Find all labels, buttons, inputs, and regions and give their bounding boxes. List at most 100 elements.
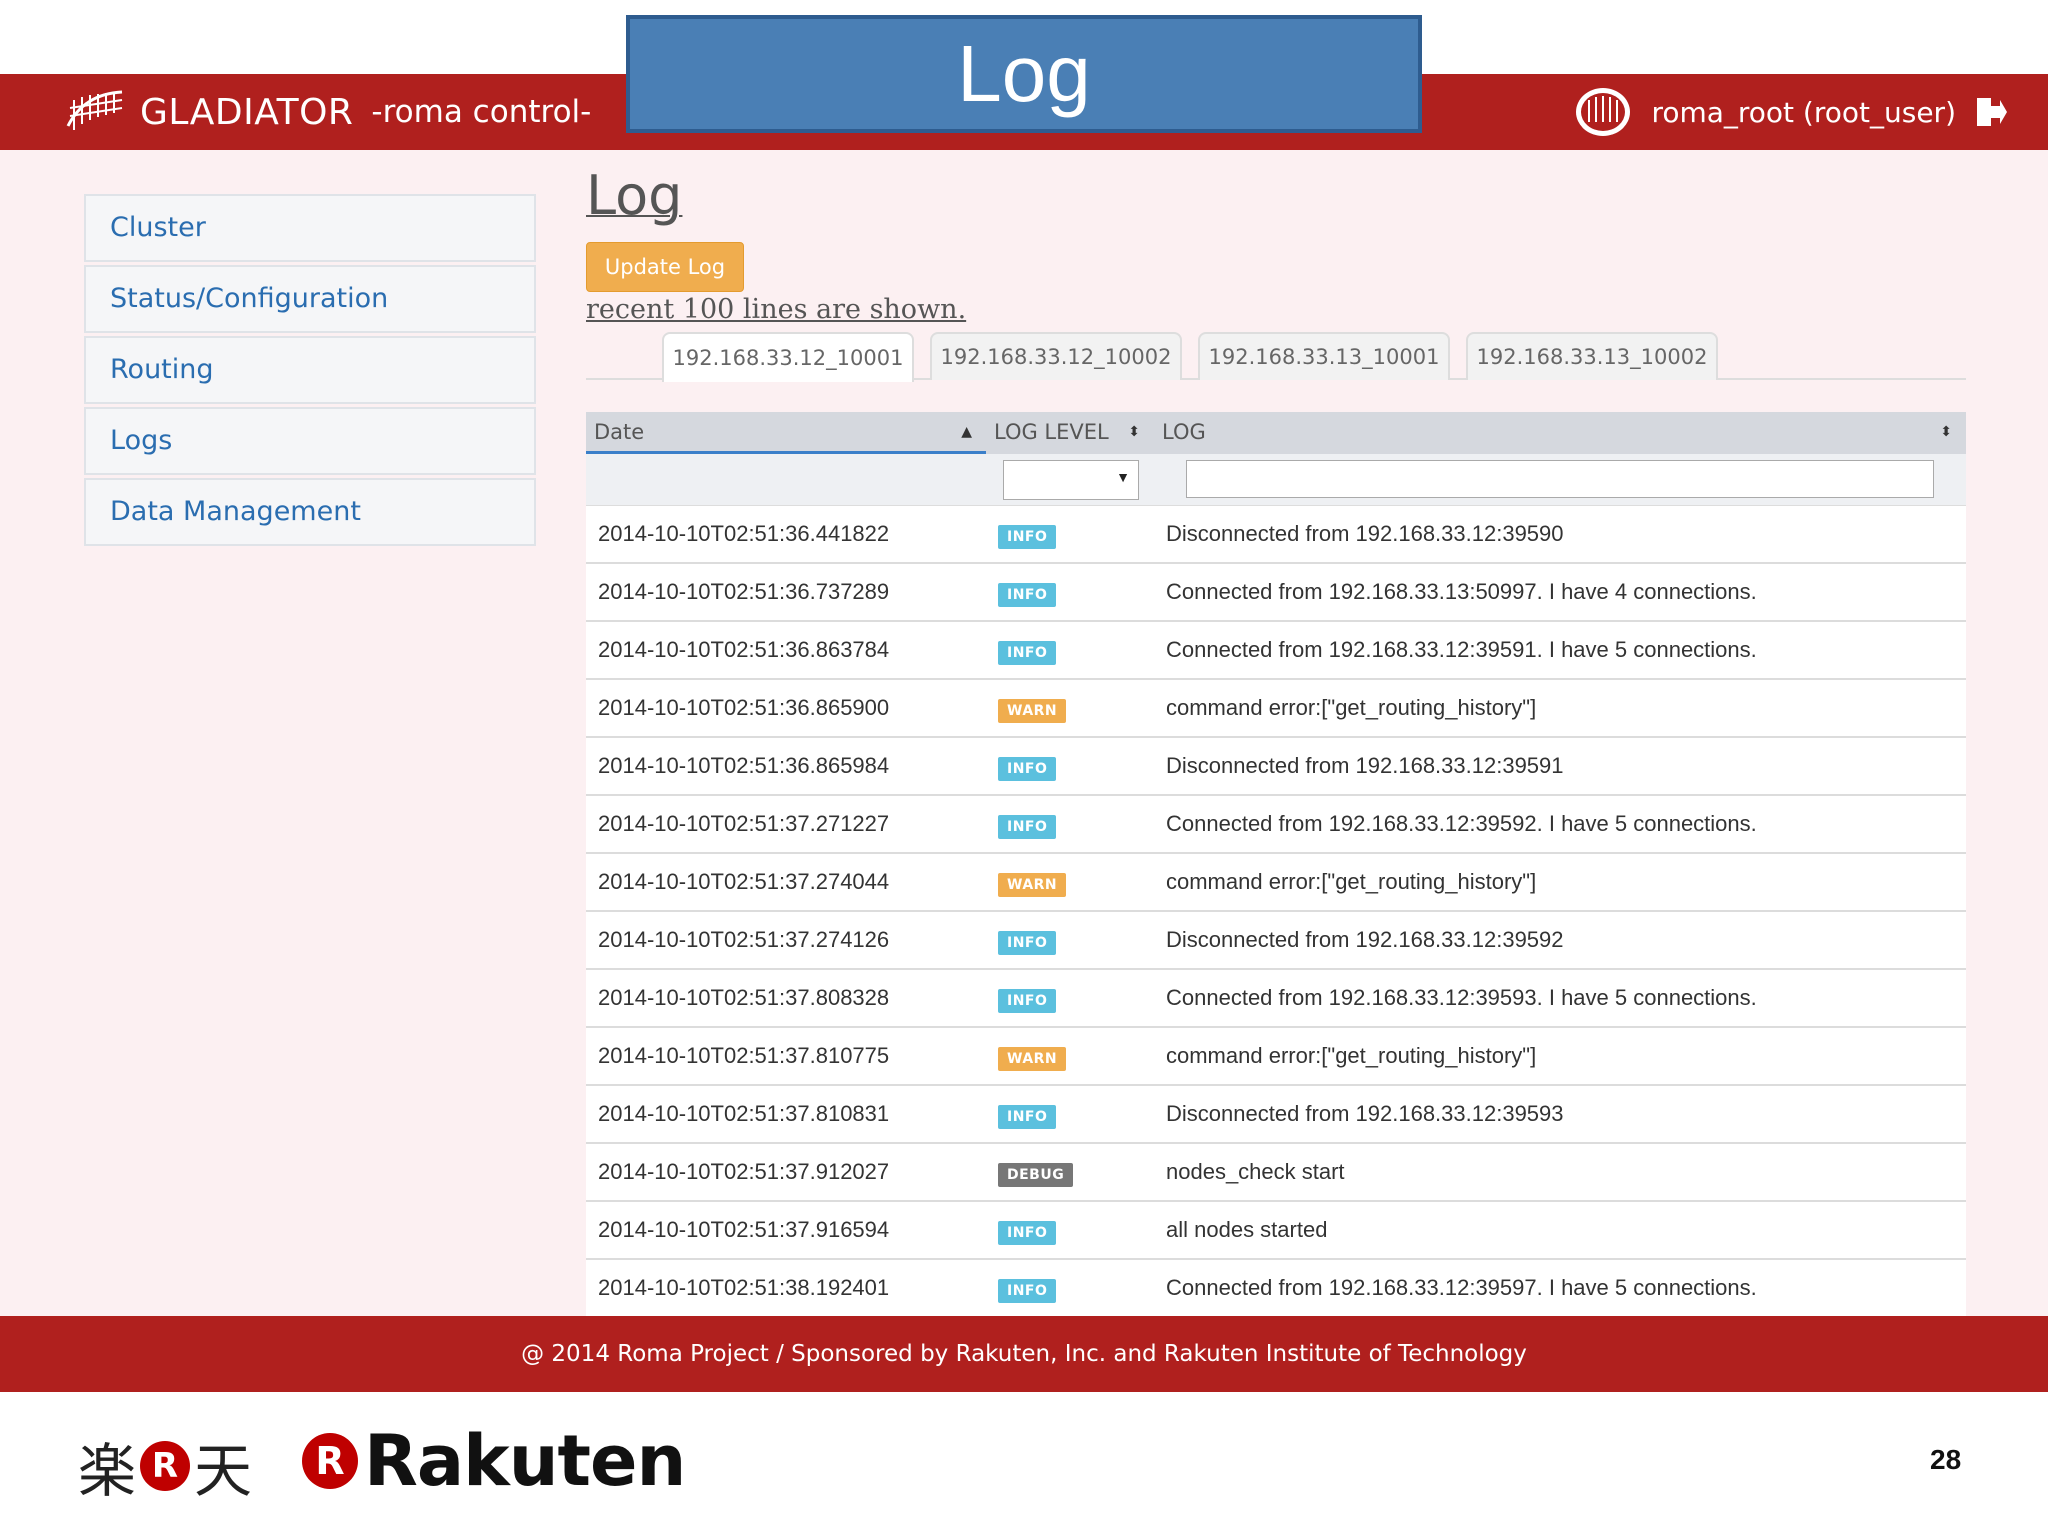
sidebar-item-logs[interactable]: Logs (84, 407, 536, 475)
log-text-filter-input[interactable] (1186, 460, 1934, 498)
log-message-cell: command error:["get_routing_history"] (1166, 1043, 1537, 1068)
brand-subtitle: -roma control- (371, 94, 592, 130)
tab-192-168-33-13-10001[interactable]: 192.168.33.13_10001 (1198, 332, 1450, 380)
brand-name: GLADIATOR (140, 91, 354, 133)
dropdown-arrow-icon: ▼ (1116, 469, 1130, 485)
user-name: roma_root (root_user) (1651, 95, 1956, 129)
table-row: 2014-10-10T02:51:37.912027 DEBUG nodes_che… (586, 1144, 1966, 1202)
slide: GLADIATOR -roma control- roma_root (root… (0, 0, 2048, 1536)
log-level-badge: INFO (998, 1221, 1057, 1245)
rakuten-r-circle-icon: R (140, 1441, 191, 1491)
table-body: 2014-10-10T02:51:36.441822 INFO Disconnect… (586, 506, 1966, 1316)
recent-lines-note: recent 100 lines are shown. (586, 294, 967, 325)
log-date-cell: 2014-10-10T02:51:37.274126 (598, 927, 890, 952)
log-message-cell: Disconnected from 192.168.33.12:39591 (1166, 753, 1564, 778)
sidebar-item-cluster[interactable]: Cluster (84, 194, 536, 262)
rakuten-kanji-logo: 楽 R 天 (78, 1424, 252, 1508)
filter-row: ▼ (586, 454, 1966, 506)
log-date-cell: 2014-10-10T02:51:37.810831 (598, 1101, 890, 1126)
log-level-badge: INFO (998, 1279, 1057, 1303)
content-area: Cluster Status/Configuration Routing Log… (0, 150, 2048, 1316)
column-header-date[interactable]: Date ▲ (586, 412, 986, 454)
kanji-ten: 天 (194, 1437, 253, 1505)
log-level-badge: INFO (998, 931, 1057, 955)
log-message-cell: all nodes started (1166, 1217, 1328, 1242)
footer-text: @ 2014 Roma Project / Sponsored by Rakut… (521, 1341, 1527, 1367)
rakuten-r-circle-icon: R (302, 1433, 358, 1489)
log-table: Date ▲ LOG LEVEL ⬍ LOG ⬍ ▼ 2014-10-10T02… (586, 412, 1966, 1316)
log-level-badge: WARN (998, 873, 1067, 897)
rakuten-wordmark: Rakuten (364, 1420, 686, 1502)
update-log-button[interactable]: Update Log (586, 242, 744, 292)
log-message-cell: Disconnected from 192.168.33.12:39592 (1166, 927, 1564, 952)
log-level-badge: INFO (998, 1105, 1057, 1129)
sort-both-icon: ⬍ (1940, 424, 1952, 440)
table-row: 2014-10-10T02:51:37.808328 INFO Connected … (586, 970, 1966, 1028)
log-date-cell: 2014-10-10T02:51:36.441822 (598, 521, 890, 546)
rakuten-wordmark-logo: R Rakuten (302, 1420, 686, 1502)
log-message-cell: command error:["get_routing_history"] (1166, 869, 1537, 894)
table-header: Date ▲ LOG LEVEL ⬍ LOG ⬍ (586, 412, 1966, 454)
log-date-cell: 2014-10-10T02:51:36.865900 (598, 695, 890, 720)
sort-both-icon: ⬍ (1128, 424, 1140, 440)
log-level-badge: DEBUG (998, 1163, 1074, 1187)
tab-192-168-33-12-10002[interactable]: 192.168.33.12_10002 (930, 332, 1182, 380)
log-message-cell: command error:["get_routing_history"] (1166, 695, 1537, 720)
tab-192-168-33-12-10001[interactable]: 192.168.33.12_10001 (662, 332, 914, 382)
log-message-cell: Connected from 192.168.33.12:39593. I ha… (1166, 985, 1757, 1010)
log-message-cell: Disconnected from 192.168.33.12:39590 (1166, 521, 1564, 546)
table-row: 2014-10-10T02:51:37.916594 INFO all nodes … (586, 1202, 1966, 1260)
log-message-cell: nodes_check start (1166, 1159, 1345, 1184)
brand[interactable]: GLADIATOR -roma control- (64, 84, 591, 140)
column-header-log-level[interactable]: LOG LEVEL ⬍ (986, 412, 1154, 454)
column-header-log-level-label: LOG LEVEL (994, 420, 1109, 444)
table-row: 2014-10-10T02:51:36.441822 INFO Disconnect… (586, 506, 1966, 564)
log-date-cell: 2014-10-10T02:51:37.916594 (598, 1217, 890, 1242)
log-message-cell: Connected from 192.168.33.13:50997. I ha… (1166, 579, 1757, 604)
logout-icon[interactable] (1974, 95, 2008, 129)
column-header-log-label: LOG (1162, 420, 1206, 444)
host-tabs: 192.168.33.12_10001 192.168.33.12_10002 … (586, 330, 1966, 382)
log-level-badge: INFO (998, 641, 1057, 665)
log-level-badge: INFO (998, 525, 1057, 549)
gladiator-logo-icon (66, 90, 123, 130)
slide-title-box: Log (626, 15, 1422, 133)
log-level-badge: WARN (998, 699, 1067, 723)
log-level-badge: INFO (998, 583, 1057, 607)
log-date-cell: 2014-10-10T02:51:36.863784 (598, 637, 890, 662)
log-level-badge: INFO (998, 815, 1057, 839)
log-date-cell: 2014-10-10T02:51:37.274044 (598, 869, 890, 894)
table-row: 2014-10-10T02:51:36.865984 INFO Disconnect… (586, 738, 1966, 796)
table-row: 2014-10-10T02:51:37.810831 INFO Disconnect… (586, 1086, 1966, 1144)
table-row: 2014-10-10T02:51:36.737289 INFO Connected … (586, 564, 1966, 622)
table-row: 2014-10-10T02:51:36.863784 INFO Connected … (586, 622, 1966, 680)
log-date-cell: 2014-10-10T02:51:38.192401 (598, 1275, 890, 1300)
table-row: 2014-10-10T02:51:37.810775 WARN command er… (586, 1028, 1966, 1086)
footer: @ 2014 Roma Project / Sponsored by Rakut… (0, 1316, 2048, 1392)
log-date-cell: 2014-10-10T02:51:36.865984 (598, 753, 890, 778)
log-date-cell: 2014-10-10T02:51:36.737289 (598, 579, 890, 604)
sidebar-item-routing[interactable]: Routing (84, 336, 536, 404)
log-level-badge: INFO (998, 989, 1057, 1013)
page-title: Log (586, 164, 683, 227)
table-row: 2014-10-10T02:51:36.865900 WARN command er… (586, 680, 1966, 738)
sidebar-item-status-configuration[interactable]: Status/Configuration (84, 265, 536, 333)
log-level-badge: INFO (998, 757, 1057, 781)
sidebar-item-data-management[interactable]: Data Management (84, 478, 536, 546)
column-header-log[interactable]: LOG ⬍ (1154, 412, 1966, 454)
log-date-cell: 2014-10-10T02:51:37.810775 (598, 1043, 890, 1068)
log-level-filter-select[interactable]: ▼ (1003, 460, 1139, 500)
tab-192-168-33-13-10002[interactable]: 192.168.33.13_10002 (1466, 332, 1718, 380)
table-row: 2014-10-10T02:51:37.274044 WARN command er… (586, 854, 1966, 912)
log-message-cell: Disconnected from 192.168.33.12:39593 (1166, 1101, 1564, 1126)
sort-ascending-icon: ▲ (961, 424, 972, 440)
column-header-date-label: Date (594, 420, 645, 444)
log-date-cell: 2014-10-10T02:51:37.912027 (598, 1159, 890, 1184)
log-message-cell: Connected from 192.168.33.12:39591. I ha… (1166, 637, 1757, 662)
roma-avatar-icon (1576, 88, 1631, 136)
log-date-cell: 2014-10-10T02:51:37.808328 (598, 985, 890, 1010)
table-row: 2014-10-10T02:51:38.192401 INFO Connected … (586, 1260, 1966, 1316)
log-message-cell: Connected from 192.168.33.12:39597. I ha… (1166, 1275, 1757, 1300)
user-menu[interactable]: roma_root (root_user) (1573, 84, 2008, 140)
table-row: 2014-10-10T02:51:37.271227 INFO Connected … (586, 796, 1966, 854)
